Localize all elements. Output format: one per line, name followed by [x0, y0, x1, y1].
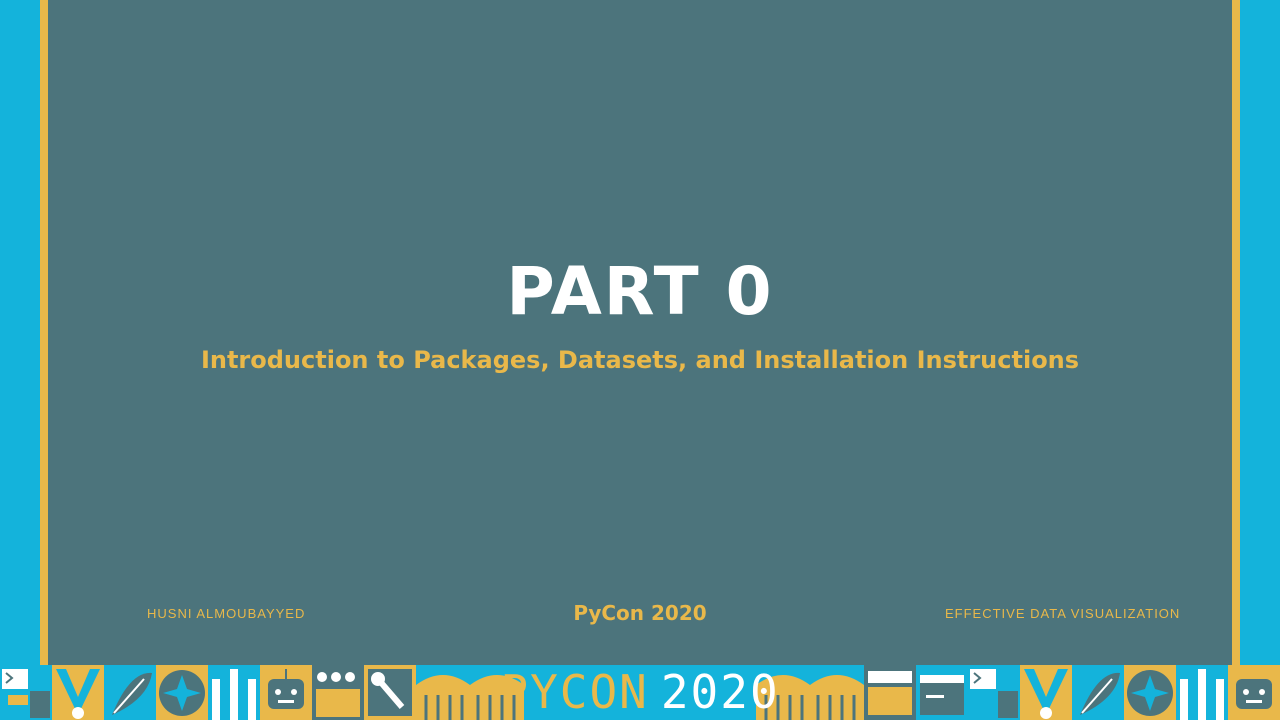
pycon-logo: PYCON 2020	[500, 665, 778, 720]
terminal-icon	[968, 665, 1020, 720]
dots-icon	[312, 665, 364, 720]
browser-icon	[916, 665, 968, 720]
right-gold-stripe	[1232, 0, 1240, 665]
slide-title: PART 0	[506, 253, 774, 330]
star-circle-icon	[156, 665, 208, 720]
wrench-icon	[364, 665, 416, 720]
slide-subtitle: Introduction to Packages, Datasets, and …	[200, 346, 1080, 374]
pillars-icon	[208, 665, 260, 720]
leaf-icon	[1072, 665, 1124, 720]
left-gold-stripe	[40, 0, 48, 665]
terminal-icon	[0, 665, 52, 720]
logo-year-text: 2020	[660, 665, 780, 719]
robot-icon	[1228, 665, 1280, 720]
browser-icon	[864, 665, 916, 720]
footer-talk-title: EFFECTIVE DATA VISUALIZATION	[945, 606, 1181, 621]
slide-canvas: PART 0 Introduction to Packages, Dataset…	[48, 0, 1232, 665]
logo-pycon-text: PYCON	[500, 665, 649, 719]
robot-icon	[260, 665, 312, 720]
left-blue-border	[0, 0, 40, 665]
star-circle-icon	[1124, 665, 1176, 720]
pillars-icon	[1176, 665, 1228, 720]
v-shape-icon	[1020, 665, 1072, 720]
v-shape-icon	[52, 665, 104, 720]
right-blue-border	[1240, 0, 1280, 665]
leaf-icon	[104, 665, 156, 720]
